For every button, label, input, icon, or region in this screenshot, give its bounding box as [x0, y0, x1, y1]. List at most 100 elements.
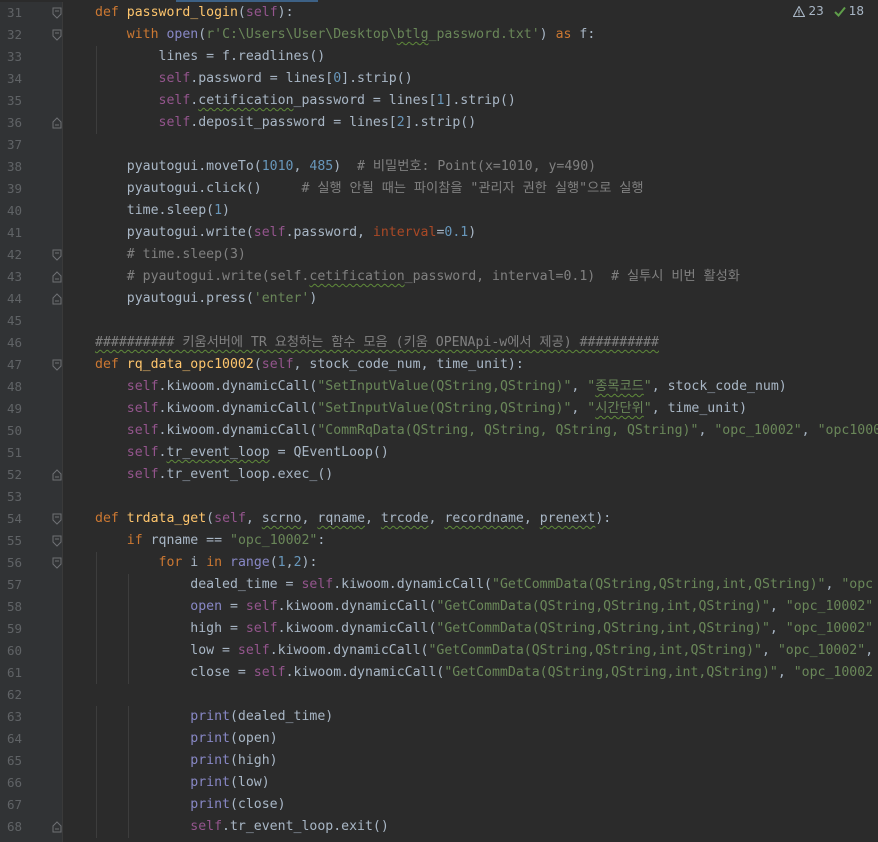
code-line[interactable]: 59 high = self.kiwoom.dynamicCall("GetCo…: [0, 618, 878, 640]
line-number: 45: [6, 313, 22, 328]
code-line[interactable]: 41 pyautogui.write(self.password, interv…: [0, 222, 878, 244]
code-token: (: [206, 511, 215, 526]
code-line[interactable]: 56 for i in range(1,2):: [0, 552, 878, 574]
code-text: self.tr_event_loop = QEventLoop(): [95, 442, 389, 464]
code-line[interactable]: 32 with open(r'C:\Users\User\Desktop\btl…: [0, 24, 878, 46]
code-line[interactable]: 45: [0, 310, 878, 332]
inspection-widget[interactable]: 23 18: [793, 4, 864, 18]
fold-collapse-icon[interactable]: [52, 513, 62, 525]
fold-collapse-icon[interactable]: [52, 29, 62, 41]
code-token: rqname: [317, 511, 366, 526]
code-line[interactable]: 55 if rqname == "opc_10002":: [0, 530, 878, 552]
code-token: .kiwoom.dynamicCall(: [158, 379, 318, 394]
code-line[interactable]: 60 low = self.kiwoom.dynamicCall("GetCom…: [0, 640, 878, 662]
warning-count[interactable]: 23: [793, 4, 824, 18]
code-token: .tr_event_loop.exit(): [222, 819, 389, 834]
code-token: ,: [285, 555, 294, 570]
code-line[interactable]: 51 self.tr_event_loop = QEventLoop(): [0, 442, 878, 464]
code-line[interactable]: 42 # time.sleep(3): [0, 244, 878, 266]
code-token: ,: [865, 643, 874, 658]
code-line[interactable]: 52 self.tr_event_loop.exec_(): [0, 464, 878, 486]
code-line[interactable]: 54 def trdata_get(self, scrno, rqname, tr…: [0, 508, 878, 530]
code-text: pyautogui.write(self.password, interval=…: [95, 222, 476, 244]
code-token: ): [333, 159, 358, 174]
code-line[interactable]: 43 # pyautogui.write(self.cetification_p…: [0, 266, 878, 288]
fold-end-icon[interactable]: [52, 821, 62, 833]
code-line[interactable]: 62: [0, 684, 878, 706]
code-token: .kiwoom.dynamicCall(: [158, 401, 318, 416]
code-line[interactable]: 39 pyautogui.click() # 실행 안될 때는 파이참을 "관리…: [0, 178, 878, 200]
code-token: 2: [293, 555, 302, 570]
code-line[interactable]: 49 self.kiwoom.dynamicCall("SetInputValu…: [0, 398, 878, 420]
fold-collapse-icon[interactable]: [52, 249, 62, 261]
code-token: password_login: [126, 5, 238, 20]
line-number: 31: [6, 5, 22, 20]
code-token: 1: [277, 555, 286, 570]
fold-collapse-icon[interactable]: [52, 535, 62, 547]
code-token: "SetInputValue(QString,QString)": [317, 401, 572, 416]
code-line[interactable]: 36 self.deposit_password = lines[2].stri…: [0, 112, 878, 134]
code-line[interactable]: 67 print(close): [0, 794, 878, 816]
fold-end-icon[interactable]: [52, 293, 62, 305]
code-line[interactable]: 31 def password_login(self):: [0, 2, 878, 24]
code-line[interactable]: 33 lines = f.readlines(): [0, 46, 878, 68]
code-token: ,: [428, 511, 445, 526]
line-number: 40: [6, 203, 22, 218]
code-token: .kiwoom.dynamicCall(: [277, 621, 437, 636]
code-token: ): [468, 225, 477, 240]
code-token: self: [301, 577, 334, 592]
code-line[interactable]: 35 self.cetification_password = lines[1]…: [0, 90, 878, 112]
code-line[interactable]: 63 print(dealed_time): [0, 706, 878, 728]
line-number: 41: [6, 225, 22, 240]
code-line[interactable]: 64 print(open): [0, 728, 878, 750]
code-line[interactable]: 48 self.kiwoom.dynamicCall("SetInputValu…: [0, 376, 878, 398]
code-text: print(dealed_time): [95, 706, 333, 728]
code-line[interactable]: 53: [0, 486, 878, 508]
code-line[interactable]: 50 self.kiwoom.dynamicCall("CommRqData(Q…: [0, 420, 878, 442]
weak-warning-count[interactable]: 18: [834, 4, 864, 18]
code-line[interactable]: 65 print(high): [0, 750, 878, 772]
code-token: trdata_get: [126, 511, 207, 526]
code-token: "opc_10002: [793, 665, 874, 680]
code-editor[interactable]: 31 def password_login(self): 32 with open(…: [0, 2, 878, 842]
line-number: 64: [6, 731, 22, 746]
code-token: self: [237, 643, 270, 658]
line-number: 63: [6, 709, 22, 724]
line-number: 56: [6, 555, 22, 570]
code-token: "opc_10002": [785, 599, 874, 614]
code-line[interactable]: 68 self.tr_event_loop.exit(): [0, 816, 878, 838]
fold-end-icon[interactable]: [52, 271, 62, 283]
code-line[interactable]: 66 print(low): [0, 772, 878, 794]
code-token: (: [198, 27, 207, 42]
code-text: dealed_time = self.kiwoom.dynamicCall("G…: [95, 574, 873, 596]
code-line[interactable]: 44 pyautogui.press('enter'): [0, 288, 878, 310]
code-token: ": [643, 401, 652, 416]
line-number: 44: [6, 291, 22, 306]
code-token: self: [214, 511, 246, 526]
code-line[interactable]: 38 pyautogui.moveTo(1010, 485) # 비밀번호: P…: [0, 156, 878, 178]
line-number: 38: [6, 159, 22, 174]
fold-end-icon[interactable]: [52, 469, 62, 481]
code-text: pyautogui.press('enter'): [95, 288, 318, 310]
code-line[interactable]: 61 close = self.kiwoom.dynamicCall("GetC…: [0, 662, 878, 684]
code-line[interactable]: 46 ########## 키움서버에 TR 요청하는 함수 모음 (키움 OPE…: [0, 332, 878, 354]
code-token: i: [190, 555, 207, 570]
code-token: with: [126, 27, 167, 42]
fold-collapse-icon[interactable]: [52, 557, 62, 569]
code-text: open = self.kiwoom.dynamicCall("GetCommD…: [95, 596, 873, 618]
code-line[interactable]: 34 self.password = lines[0].strip(): [0, 68, 878, 90]
code-text: self.kiwoom.dynamicCall("SetInputValue(Q…: [95, 376, 787, 398]
fold-collapse-icon[interactable]: [52, 359, 62, 371]
code-line[interactable]: 40 time.sleep(1): [0, 200, 878, 222]
code-line[interactable]: 47 def rq_data_opc10002(self, stock_code_…: [0, 354, 878, 376]
code-token: , stock_code_num, time_unit):: [293, 357, 524, 372]
line-number: 42: [6, 247, 22, 262]
fold-collapse-icon[interactable]: [52, 7, 62, 19]
code-line[interactable]: 57 dealed_time = self.kiwoom.dynamicCall…: [0, 574, 878, 596]
code-token: 'enter': [253, 291, 310, 306]
code-line[interactable]: 58 open = self.kiwoom.dynamicCall("GetCo…: [0, 596, 878, 618]
fold-end-icon[interactable]: [52, 117, 62, 129]
code-token: ,: [245, 511, 262, 526]
code-token: dealed_time =: [95, 577, 302, 592]
code-line[interactable]: 37: [0, 134, 878, 156]
